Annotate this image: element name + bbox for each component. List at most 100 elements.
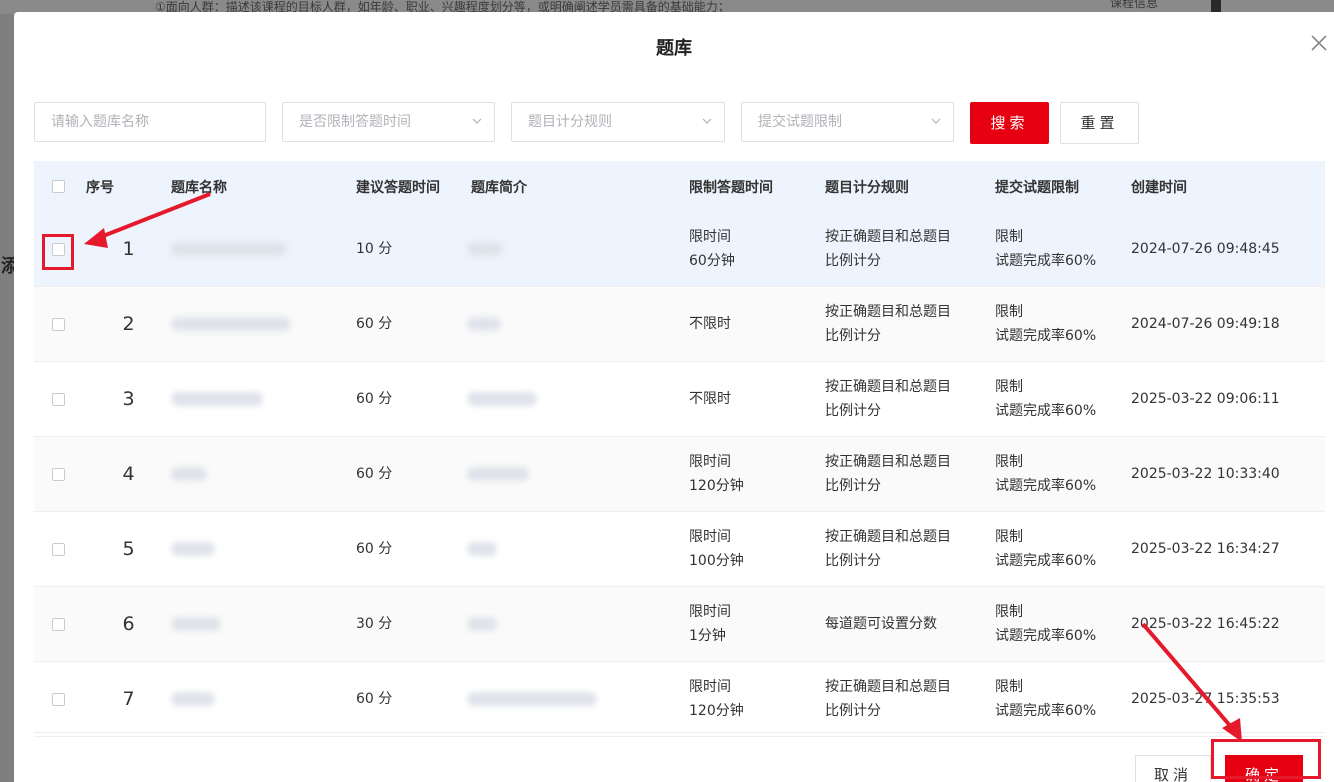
header-select-all[interactable] — [34, 161, 86, 212]
footer-divider — [34, 732, 1325, 733]
scoring-line-2: 比例计分 — [825, 703, 881, 719]
row-checkbox[interactable] — [52, 467, 65, 481]
submit-line-2: 试题完成率60% — [995, 478, 1097, 494]
row-select-cell[interactable] — [34, 286, 86, 362]
row-submit-limit: 限制 试题完成率60% — [995, 212, 1131, 287]
submit-limit-select[interactable]: 提交试题限制 — [741, 102, 954, 142]
submit-line-2: 试题完成率60% — [995, 328, 1097, 344]
header-scoring: 题目计分规则 — [825, 161, 995, 212]
row-suggested-time: 60 分 — [356, 691, 393, 707]
row-intro — [467, 212, 689, 287]
scoring-line-1: 按正确题目和总题目 — [825, 679, 951, 695]
backdrop-left: 添 — [0, 0, 19, 772]
redacted-name — [171, 692, 215, 706]
row-suggested-time: 10 分 — [356, 212, 471, 287]
row-select-cell[interactable] — [34, 212, 86, 287]
row-index: 7 — [122, 688, 135, 710]
table-row[interactable]: 3 60 分不限时 按正确题目和总题目 比例计分 限制 试题完成率60% 2025-03-2… — [34, 362, 1325, 437]
row-created: 2025-03-22 10:33:40 — [1131, 436, 1325, 512]
row-intro — [467, 362, 689, 437]
modal-title: 题库 — [656, 38, 692, 59]
row-checkbox[interactable] — [52, 317, 65, 331]
table-row[interactable]: 6 30 分限时间 1分钟 每道题可设置分数 限制 试题完成率60% 2025-03-22 … — [34, 586, 1325, 662]
submit-line-2: 试题完成率60% — [995, 628, 1097, 644]
row-select-cell[interactable] — [34, 662, 86, 737]
row-time-limit: 限时间 100分钟 — [689, 512, 825, 587]
chevron-down-icon — [702, 118, 712, 124]
close-icon[interactable] — [1308, 32, 1330, 54]
table-row[interactable]: 2 60 分不限时 按正确题目和总题目 比例计分 限制 试题完成率60% 2024-07-2… — [34, 286, 1325, 362]
redacted-intro — [467, 542, 497, 556]
scoring-line-2: 比例计分 — [825, 403, 881, 419]
row-scoring: 每道题可设置分数 — [825, 586, 995, 662]
bank-name-input[interactable]: 请输入题库名称 — [34, 102, 266, 142]
row-suggested-time: 30 分 — [356, 586, 471, 662]
search-button[interactable]: 搜索 — [970, 102, 1049, 144]
reset-button[interactable]: 重置 — [1060, 102, 1139, 144]
submit-line-1: 限制 — [995, 229, 1023, 245]
row-intro — [467, 286, 689, 362]
select-all-checkbox[interactable] — [52, 180, 65, 193]
row-time-limit: 限时间 120分钟 — [689, 662, 825, 737]
time-limit-select[interactable]: 是否限制答题时间 — [282, 102, 495, 142]
scoring-line-1: 按正确题目和总题目 — [825, 529, 951, 545]
time-limit-line-1: 限时间 — [689, 229, 731, 245]
row-name — [171, 512, 356, 587]
submit-line-1: 限制 — [995, 679, 1023, 695]
row-created: 2025-03-22 09:06:11 — [1131, 391, 1280, 407]
redacted-name — [171, 392, 263, 406]
row-checkbox[interactable] — [52, 242, 65, 256]
row-scoring: 按正确题目和总题目 比例计分 — [825, 436, 995, 512]
scoring-line-1: 按正确题目和总题目 — [825, 229, 951, 245]
scoring-line-2: 比例计分 — [825, 253, 881, 269]
table-row[interactable]: 5 60 分限时间 100分钟 按正确题目和总题目 比例计分 限制 试题完成率60% 2025… — [34, 512, 1325, 587]
row-name — [171, 436, 356, 512]
confirm-button[interactable]: 确定 — [1225, 755, 1303, 782]
chevron-down-icon — [472, 118, 482, 124]
table-row[interactable]: 1 10 分限时间 60分钟 按正确题目和总题目 比例计分 限制 试题完成率60% 2024-… — [34, 212, 1325, 287]
row-name — [171, 362, 356, 437]
row-name — [171, 286, 356, 362]
question-bank-modal: 题库 请输入题库名称 是否限制答题时间 题目计分规则 提交试题限制 搜索 重置 — [14, 12, 1334, 782]
row-select-cell[interactable] — [34, 586, 86, 662]
row-checkbox[interactable] — [52, 617, 65, 631]
redacted-intro — [467, 242, 503, 256]
scoring-line-2: 比例计分 — [825, 328, 881, 344]
row-checkbox[interactable] — [52, 392, 65, 406]
time-limit-placeholder: 是否限制答题时间 — [299, 114, 411, 130]
scoring-line-2: 比例计分 — [825, 478, 881, 494]
question-bank-table: 序号 题库名称 建议答题时间 题库简介 限制答题时间 题目计分规则 提交试题限制… — [34, 161, 1325, 737]
redacted-name — [171, 467, 207, 481]
row-created: 2025-03-22 16:34:27 — [1131, 541, 1280, 557]
time-limit-line-2: 100分钟 — [689, 553, 744, 569]
table-row[interactable]: 4 60 分限时间 120分钟 按正确题目和总题目 比例计分 限制 试题完成率60% 2025… — [34, 436, 1325, 512]
header-submit-limit: 提交试题限制 — [995, 161, 1131, 212]
row-scoring: 按正确题目和总题目 比例计分 — [825, 512, 995, 587]
row-time-limit: 限时间 120分钟 — [689, 436, 825, 512]
scoring-rule-select[interactable]: 题目计分规则 — [511, 102, 725, 142]
row-submit-limit: 限制 试题完成率60% — [995, 662, 1131, 737]
time-limit-line-2: 1分钟 — [689, 628, 726, 644]
row-submit-limit: 限制 试题完成率60% — [995, 362, 1131, 437]
row-name — [171, 662, 356, 737]
row-index: 1 — [86, 212, 171, 287]
row-name — [171, 586, 356, 662]
row-time-limit: 不限时 — [689, 362, 825, 437]
row-created: 2025-03-22 16:45:22 — [1131, 586, 1325, 662]
redacted-intro — [467, 692, 597, 706]
chevron-down-icon — [931, 118, 941, 124]
time-limit-line-1: 限时间 — [689, 679, 731, 695]
row-select-cell[interactable] — [34, 512, 86, 587]
cancel-button[interactable]: 取消 — [1135, 755, 1211, 782]
row-checkbox[interactable] — [52, 542, 65, 556]
submit-line-1: 限制 — [995, 379, 1023, 395]
row-checkbox[interactable] — [52, 692, 65, 706]
table-row[interactable]: 7 60 分限时间 120分钟 按正确题目和总题目 比例计分 限制 试题完成率60% 2025… — [34, 662, 1325, 737]
row-select-cell[interactable] — [34, 362, 86, 437]
row-scoring: 按正确题目和总题目 比例计分 — [825, 286, 995, 362]
row-intro — [467, 436, 689, 512]
row-submit-limit: 限制 试题完成率60% — [995, 512, 1131, 587]
header-name: 题库名称 — [171, 161, 356, 212]
redacted-name — [171, 617, 221, 631]
row-select-cell[interactable] — [34, 436, 86, 512]
